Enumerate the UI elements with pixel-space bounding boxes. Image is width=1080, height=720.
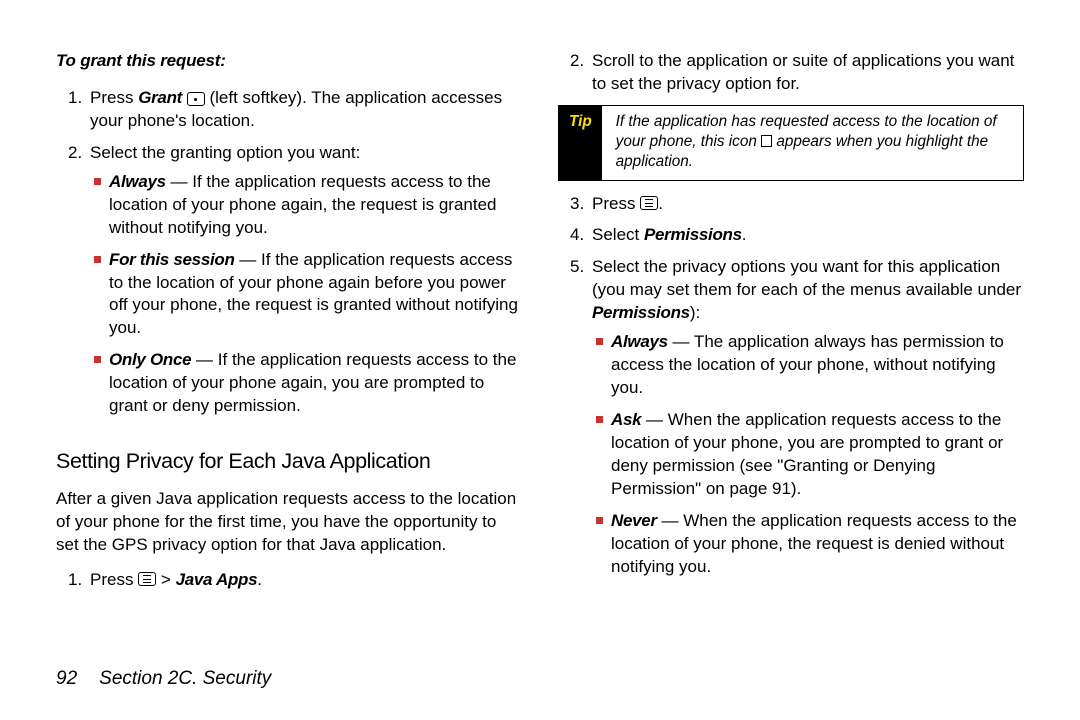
permissions-label: Permissions — [644, 225, 742, 244]
step-3: 3. Press . — [570, 193, 1024, 216]
step-1: 1. Press Grant (left softkey). The appli… — [68, 87, 522, 133]
menu-key-icon — [138, 572, 156, 586]
bullet-icon — [596, 517, 603, 524]
bullet-icon — [94, 356, 101, 363]
tip-callout: Tip If the application has requested acc… — [558, 105, 1024, 181]
privacy-steps-a: 1. Press > Java Apps. — [56, 569, 522, 592]
text: Select — [592, 225, 644, 244]
bullet-icon — [94, 256, 101, 263]
page-footer: 92 Section 2C. Security — [56, 668, 1024, 690]
manual-page: To grant this request: 1. Press Grant (l… — [0, 0, 1080, 720]
text: Press — [90, 88, 138, 107]
text: Press — [90, 570, 138, 589]
lead-in: To grant this request: — [56, 50, 522, 73]
grant-label: Grant — [138, 88, 182, 107]
option-session: For this session — If the application re… — [94, 249, 522, 341]
step-number: 2. — [570, 50, 592, 96]
section-label: Section 2C. Security — [99, 668, 271, 689]
option-text: Always — The application always has perm… — [611, 331, 1024, 400]
privacy-steps-b: 2. Scroll to the application or suite of… — [558, 50, 1024, 96]
text: ): — [690, 303, 700, 322]
step-number: 1. — [68, 569, 90, 592]
text: Select the privacy options you want for … — [592, 257, 1021, 299]
page-number: 92 — [56, 668, 77, 689]
right-column: 2. Scroll to the application or suite of… — [558, 50, 1024, 644]
privacy-options: Always — The application always has perm… — [592, 331, 1024, 578]
step-text: Press . — [592, 193, 1024, 216]
tip-label: Tip — [559, 106, 602, 180]
label: For this session — [109, 250, 235, 269]
step-number: 3. — [570, 193, 592, 216]
option-always: Always — The application always has perm… — [596, 331, 1024, 400]
section-paragraph: After a given Java application requests … — [56, 488, 522, 557]
text: . — [742, 225, 747, 244]
step-text: Scroll to the application or suite of ap… — [592, 50, 1024, 96]
menu-key-icon — [640, 196, 658, 210]
option-always: Always — If the application requests acc… — [94, 171, 522, 240]
text: > — [156, 570, 175, 589]
step-2: 2. Scroll to the application or suite of… — [570, 50, 1024, 96]
grant-options: Always — If the application requests acc… — [90, 171, 522, 418]
label: Always — [109, 172, 166, 191]
label: Only Once — [109, 350, 191, 369]
step-text: Press > Java Apps. — [90, 569, 522, 592]
step-1: 1. Press > Java Apps. — [68, 569, 522, 592]
location-req-icon — [761, 135, 772, 147]
option-text: Only Once — If the application requests … — [109, 349, 522, 418]
step-text: Select the granting option you want: Alw… — [90, 142, 522, 427]
step-4: 4. Select Permissions. — [570, 224, 1024, 247]
label: Always — [611, 332, 668, 351]
privacy-steps-c: 3. Press . 4. Select Permissions. 5. Sel… — [558, 193, 1024, 588]
option-text: Never — When the application requests ac… — [611, 510, 1024, 579]
tip-body: If the application has requested access … — [602, 106, 1023, 180]
label: Never — [611, 511, 657, 530]
option-text: Ask — When the application requests acce… — [611, 409, 1024, 501]
body: — The application always has permission … — [611, 332, 1004, 397]
bullet-icon — [596, 416, 603, 423]
step-number: 1. — [68, 87, 90, 133]
body: — When the application requests access t… — [611, 410, 1003, 498]
step-5: 5. Select the privacy options you want f… — [570, 256, 1024, 587]
step-text: Select the privacy options you want for … — [592, 256, 1024, 587]
step-text: Select Permissions. — [592, 224, 1024, 247]
bullet-icon — [94, 178, 101, 185]
text: . — [658, 194, 663, 213]
content-columns: To grant this request: 1. Press Grant (l… — [56, 50, 1024, 644]
step-number: 5. — [570, 256, 592, 587]
left-column: To grant this request: 1. Press Grant (l… — [56, 50, 522, 644]
text: Select the granting option you want: — [90, 143, 360, 162]
label: Ask — [611, 410, 641, 429]
option-ask: Ask — When the application requests acce… — [596, 409, 1024, 501]
body: — When the application requests access t… — [611, 511, 1017, 576]
option-text: For this session — If the application re… — [109, 249, 522, 341]
step-number: 2. — [68, 142, 90, 427]
grant-steps: 1. Press Grant (left softkey). The appli… — [56, 87, 522, 427]
option-text: Always — If the application requests acc… — [109, 171, 522, 240]
softkey-icon — [187, 92, 205, 106]
text: Press — [592, 194, 640, 213]
step-2: 2. Select the granting option you want: … — [68, 142, 522, 427]
option-once: Only Once — If the application requests … — [94, 349, 522, 418]
section-heading: Setting Privacy for Each Java Applicatio… — [56, 447, 522, 476]
step-text: Press Grant (left softkey). The applicat… — [90, 87, 522, 133]
body: — If the application requests access to … — [109, 172, 497, 237]
bullet-icon — [596, 338, 603, 345]
java-apps-label: Java Apps — [176, 570, 258, 589]
text: . — [257, 570, 262, 589]
permissions-label: Permissions — [592, 303, 690, 322]
step-number: 4. — [570, 224, 592, 247]
option-never: Never — When the application requests ac… — [596, 510, 1024, 579]
